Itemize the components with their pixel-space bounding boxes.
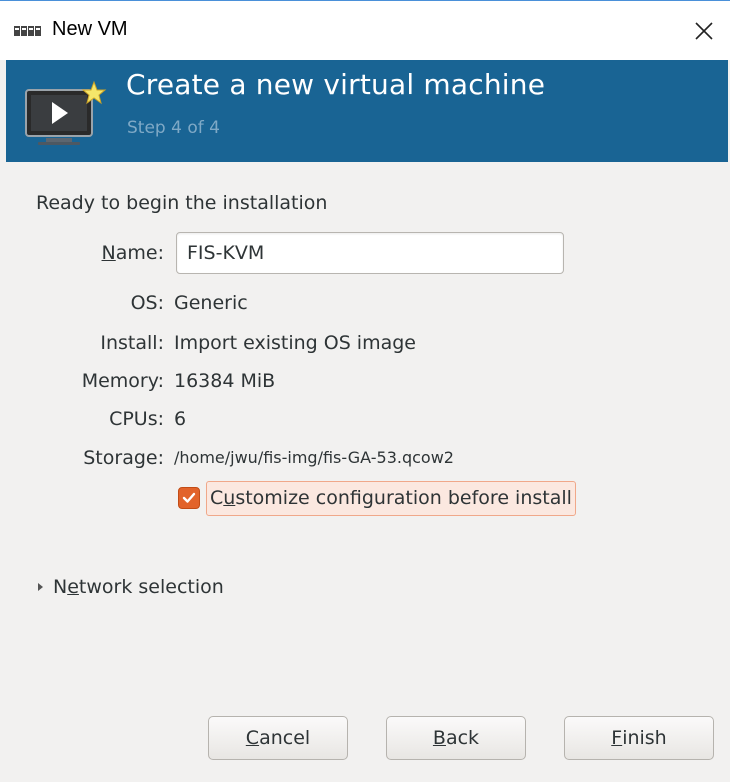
new-vm-monitor-icon [25, 80, 107, 145]
window-title: New VM [52, 18, 128, 40]
new-vm-window: New VM Create a new virtual machine Step… [0, 0, 730, 782]
name-input[interactable] [176, 232, 564, 274]
network-selection-label: Network selection [53, 576, 224, 598]
customize-label[interactable]: Customize configuration before install [206, 480, 576, 516]
storage-label: Storage: [83, 447, 164, 469]
os-label: OS: [130, 292, 164, 314]
wizard-banner: Create a new virtual machine Step 4 of 4 [6, 60, 728, 162]
install-label: Install: [100, 332, 164, 354]
customize-checkbox-row[interactable]: Customize configuration before install [178, 478, 576, 518]
summary-page: Ready to begin the installation Name: OS… [0, 162, 730, 782]
wizard-step: Step 4 of 4 [127, 118, 220, 138]
title-bar[interactable]: New VM [0, 0, 730, 60]
checkmark-icon [182, 492, 196, 503]
memory-value: 16384 MiB [174, 370, 276, 392]
storage-value: /home/jwu/fis-img/fis-GA-53.qcow2 [174, 448, 454, 467]
cpus-label: CPUs: [109, 408, 164, 430]
install-value: Import existing OS image [174, 332, 416, 354]
close-icon [695, 22, 713, 40]
close-button[interactable] [686, 13, 722, 49]
wizard-title: Create a new virtual machine [126, 68, 546, 101]
cancel-button[interactable]: Cancel [208, 716, 348, 760]
network-selection-expander[interactable]: Network selection [38, 576, 224, 598]
customize-checkbox[interactable] [178, 487, 200, 509]
memory-label: Memory: [81, 370, 164, 392]
os-value: Generic [174, 292, 248, 314]
expander-arrow-icon [38, 583, 43, 591]
finish-button[interactable]: Finish [564, 716, 714, 760]
cpus-value: 6 [174, 408, 187, 430]
summary-heading: Ready to begin the installation [36, 192, 328, 214]
name-label: Name: [101, 242, 164, 264]
back-button[interactable]: Back [386, 716, 526, 760]
virt-manager-icon [14, 26, 41, 36]
